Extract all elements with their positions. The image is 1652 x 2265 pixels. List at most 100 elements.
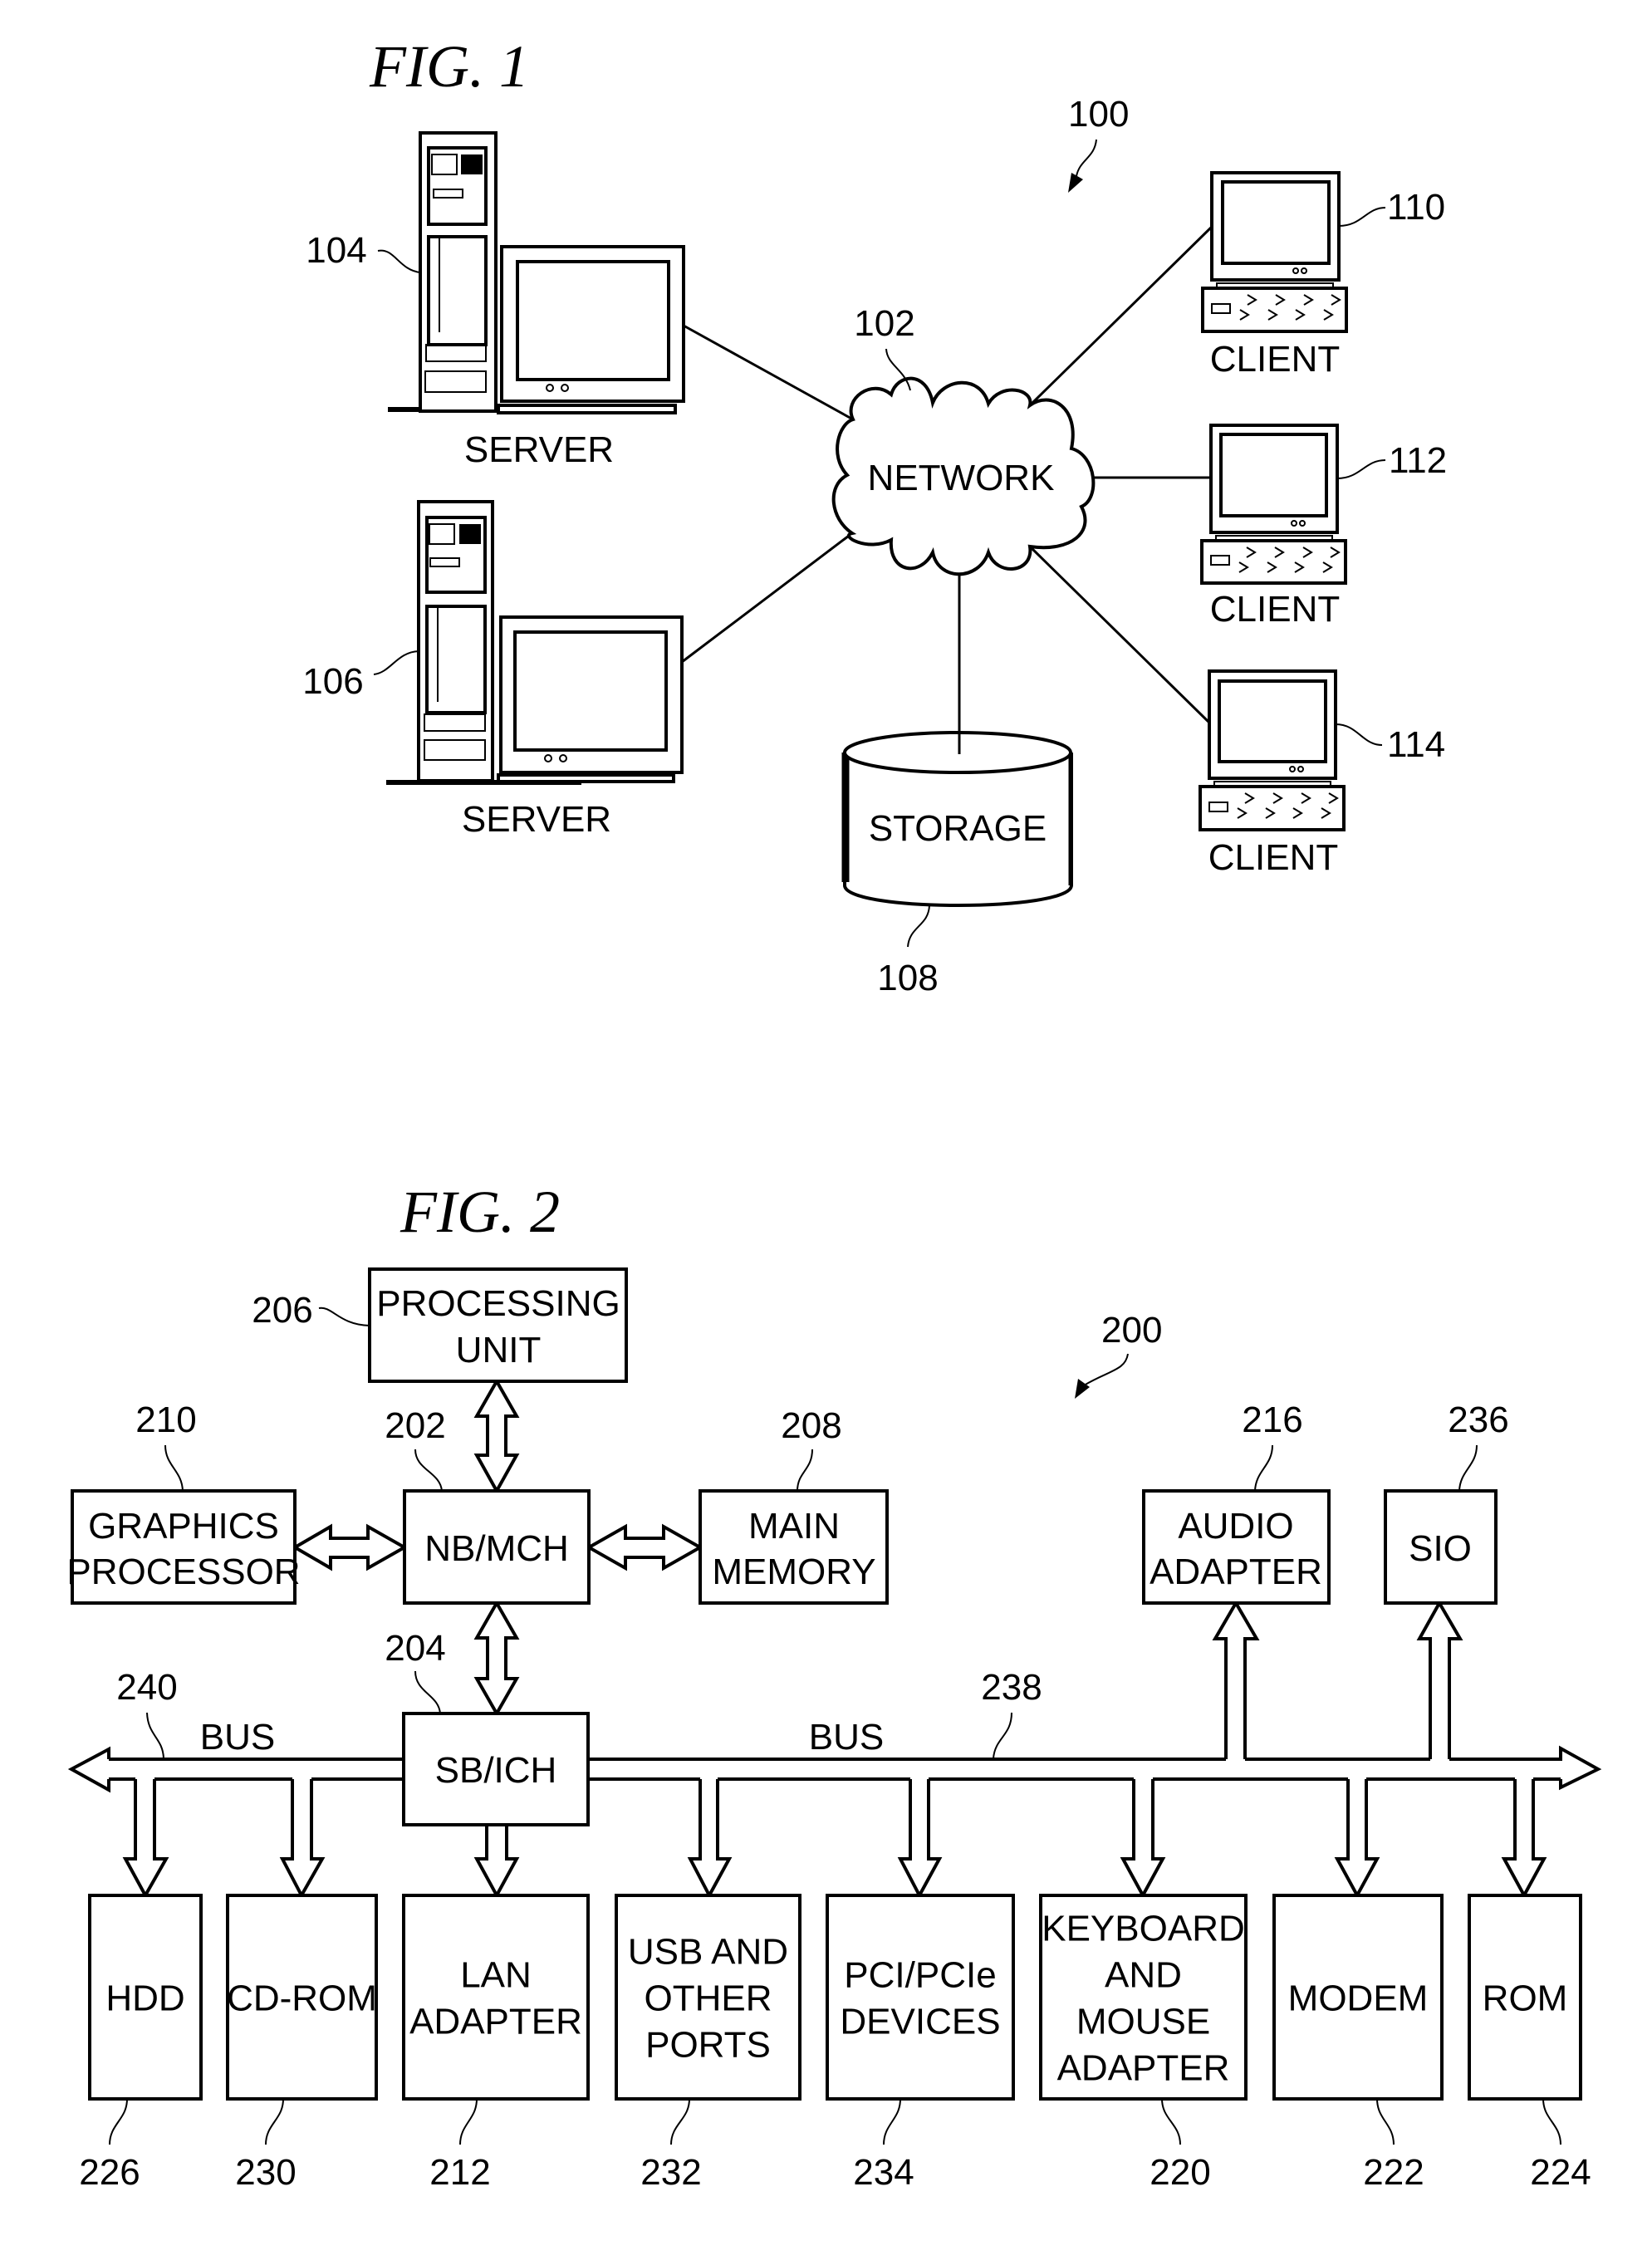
link-server-106 bbox=[681, 532, 853, 664]
device-box-text: KEYBOARD bbox=[1042, 1909, 1245, 1949]
processing-unit-206: PROCESSING UNIT 206 bbox=[252, 1267, 628, 1383]
main-memory-line1: MAIN bbox=[748, 1506, 840, 1547]
server-104-ref-leader bbox=[377, 249, 421, 273]
client-112-ref-leader bbox=[1336, 459, 1386, 479]
storage-108: STORAGE 108 bbox=[841, 714, 1073, 998]
device-ref-leader bbox=[1542, 2098, 1561, 2145]
graphics-processor-210: GRAPHICS PROCESSOR 210 bbox=[66, 1400, 301, 1605]
link-client-114 bbox=[1028, 545, 1211, 724]
server-monitor-icon bbox=[497, 245, 685, 414]
sb-ich-ref: 204 bbox=[385, 1628, 445, 1669]
nb-mch-ref-leader bbox=[414, 1449, 443, 1492]
pu-nb-double-arrow bbox=[473, 1377, 520, 1495]
client-computer-icon bbox=[1200, 424, 1347, 585]
device-ref: 222 bbox=[1363, 2152, 1424, 2193]
device-box-frame bbox=[826, 1894, 1015, 2101]
storage-ref-leader bbox=[907, 905, 930, 948]
nb-mch-ref: 202 bbox=[385, 1405, 445, 1446]
bus-240-label: BUS bbox=[200, 1717, 275, 1758]
graphics-ref: 210 bbox=[135, 1400, 196, 1440]
network-ref: 102 bbox=[854, 303, 914, 344]
fig1-system-ref: 100 bbox=[1068, 94, 1129, 135]
client-112: 112 CLIENT bbox=[1200, 424, 1447, 630]
link-client-110 bbox=[1028, 225, 1213, 407]
device-ref: 224 bbox=[1530, 2152, 1591, 2193]
device-box-text: ADAPTER bbox=[409, 2002, 582, 2042]
client-computer-icon bbox=[1201, 171, 1348, 333]
sb-ich-label: SB/ICH bbox=[435, 1750, 557, 1791]
client-110: 110 CLIENT bbox=[1201, 171, 1445, 380]
fig2-system-ref-leader bbox=[1083, 1353, 1129, 1386]
bus: BUS 240 BUS 238 bbox=[67, 1599, 1602, 1900]
device-ref-leader bbox=[1161, 2098, 1181, 2145]
device-box-lan-adapter: LAN ADAPTER 212 bbox=[402, 1894, 590, 2193]
processing-unit-ref: 206 bbox=[252, 1290, 312, 1331]
server-106-ref-leader bbox=[373, 650, 419, 675]
fig1-title: FIG. 1 bbox=[369, 33, 529, 100]
device-box-text: USB AND bbox=[628, 1932, 788, 1973]
server-106: 106 SERVER bbox=[302, 500, 684, 840]
device-ref-leader bbox=[459, 2098, 478, 2145]
device-ref: 234 bbox=[853, 2152, 914, 2193]
bus-238-label: BUS bbox=[809, 1717, 884, 1758]
device-ref-leader bbox=[265, 2098, 284, 2145]
graphics-line2: PROCESSOR bbox=[66, 1552, 300, 1592]
fig2-system-ref: 200 bbox=[1101, 1310, 1162, 1351]
figure-1: FIG. 1 100 NETWORK 102 104 SERVER 106 SE… bbox=[302, 33, 1447, 998]
network-label: NETWORK bbox=[868, 458, 1055, 498]
bus-drop-arrows bbox=[122, 1779, 1547, 1900]
processing-unit-line2: UNIT bbox=[456, 1330, 542, 1370]
server-104-label: SERVER bbox=[464, 429, 614, 470]
device-ref: 226 bbox=[79, 2152, 140, 2193]
device-box-cd-rom: CD-ROM 230 bbox=[226, 1894, 378, 2193]
device-box-rom: ROM 224 bbox=[1468, 1894, 1591, 2193]
graphics-nb-double-arrow bbox=[292, 1523, 409, 1571]
bottom-device-boxes: HDD 226 CD-ROM 230 LAN ADAPTER 212 USB AND OTHER… bbox=[79, 1894, 1591, 2193]
device-box-modem: MODEM 222 bbox=[1272, 1894, 1444, 2193]
graphics-line1: GRAPHICS bbox=[88, 1506, 279, 1547]
graphics-ref-leader bbox=[164, 1444, 184, 1492]
nb-mch-label: NB/MCH bbox=[424, 1528, 569, 1569]
server-monitor-icon bbox=[497, 615, 684, 783]
server-106-label: SERVER bbox=[462, 799, 611, 840]
patent-drawing-sheet: FIG. 1 100 NETWORK 102 104 SERVER 106 SE… bbox=[66, 33, 1602, 2193]
client-110-ref: 110 bbox=[1387, 187, 1445, 228]
audio-line1: AUDIO bbox=[1178, 1506, 1293, 1547]
device-ref-leader bbox=[883, 2098, 901, 2145]
bus-238-ref: 238 bbox=[981, 1667, 1042, 1708]
client-112-label: CLIENT bbox=[1210, 589, 1340, 630]
nb-memory-double-arrow bbox=[585, 1523, 704, 1571]
device-box-text: MOUSE bbox=[1076, 2002, 1210, 2042]
server-106-ref: 106 bbox=[302, 661, 363, 702]
storage-ref: 108 bbox=[877, 958, 938, 998]
main-memory-ref: 208 bbox=[781, 1405, 841, 1446]
client-112-ref: 112 bbox=[1389, 440, 1447, 481]
audio-ref-leader bbox=[1254, 1444, 1273, 1492]
device-box-text: OTHER bbox=[645, 1978, 772, 2019]
main-memory-208: MAIN MEMORY 208 bbox=[699, 1405, 889, 1605]
processing-unit-line1: PROCESSING bbox=[376, 1283, 620, 1324]
fig2-system-ref-arrowhead bbox=[1075, 1379, 1090, 1399]
device-ref-leader bbox=[109, 2098, 128, 2145]
audio-ref: 216 bbox=[1242, 1400, 1302, 1440]
client-110-ref-leader bbox=[1338, 207, 1386, 227]
figure-2: FIG. 2 200 BUS 240 BUS 238 PROCESSING UN… bbox=[66, 1179, 1602, 2193]
sb-ich-ref-leader bbox=[414, 1670, 441, 1714]
device-box-text: LAN bbox=[460, 1955, 532, 1996]
audio-line2: ADAPTER bbox=[1150, 1552, 1322, 1592]
device-box-text: MODEM bbox=[1288, 1978, 1429, 2019]
device-box-text: ADAPTER bbox=[1057, 2048, 1230, 2089]
device-box-text: DEVICES bbox=[840, 2002, 1000, 2042]
device-box-text: ROM bbox=[1483, 1978, 1568, 2019]
audio-adapter-216: AUDIO ADAPTER 216 bbox=[1142, 1400, 1331, 1605]
device-ref: 212 bbox=[429, 2152, 490, 2193]
bus-240-ref: 240 bbox=[116, 1667, 177, 1708]
client-computer-icon bbox=[1199, 669, 1346, 831]
device-ref: 230 bbox=[235, 2152, 296, 2193]
system-ref-leader bbox=[1076, 139, 1097, 177]
main-memory-line2: MEMORY bbox=[712, 1552, 875, 1592]
client-114: 114 CLIENT bbox=[1199, 669, 1445, 878]
client-114-label: CLIENT bbox=[1208, 837, 1338, 878]
bus-240-ref-leader bbox=[146, 1712, 164, 1759]
server-104-ref: 104 bbox=[306, 230, 366, 271]
